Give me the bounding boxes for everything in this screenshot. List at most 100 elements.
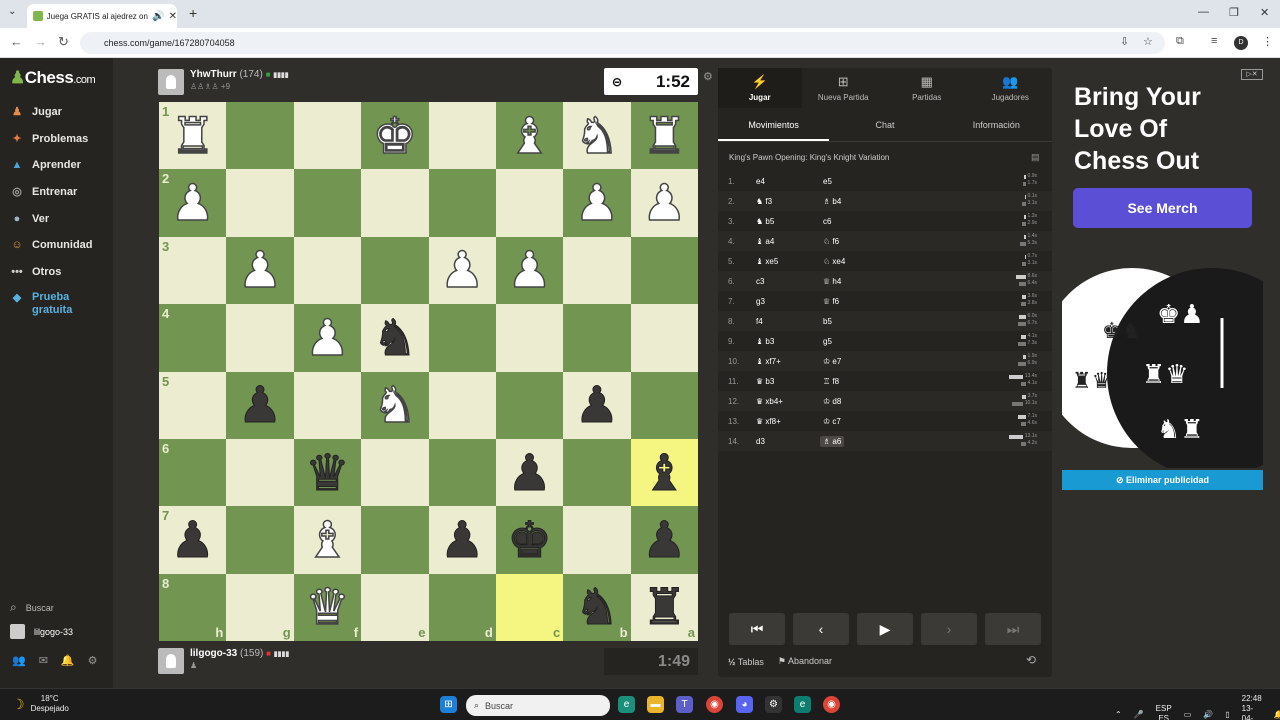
install-icon[interactable]: ⇩ — [1120, 35, 1129, 48]
black-move[interactable]: ♗ b4 — [823, 197, 883, 206]
black-pawn-piece[interactable]: ♟ — [237, 380, 283, 431]
teams-icon[interactable]: T — [676, 696, 693, 713]
volume-icon[interactable]: 🔊 — [1203, 710, 1213, 719]
board-square[interactable]: d — [428, 573, 496, 641]
black-pawn-piece[interactable]: ♟ — [439, 514, 485, 565]
black-move[interactable]: ♔ d8 — [823, 397, 883, 406]
board-square[interactable]: ♟ — [226, 236, 294, 305]
speaker-icon[interactable]: 🔊 — [152, 11, 164, 22]
book-icon[interactable]: ▤ — [1031, 152, 1040, 163]
board-square[interactable]: ♞ — [361, 304, 429, 372]
flip-board-icon[interactable]: ⟲ — [1026, 653, 1036, 667]
board-square[interactable]: ♝ — [293, 506, 362, 574]
board-square[interactable]: a ♜ — [630, 573, 698, 641]
taskbar-search[interactable]: ⌕ Buscar — [466, 695, 610, 716]
board-square[interactable] — [428, 371, 496, 439]
windows-start-icon[interactable]: ⊞ — [440, 696, 457, 713]
white-move[interactable]: ♛ b3 — [756, 377, 823, 386]
next-move-button[interactable]: › — [921, 613, 977, 645]
profile-avatar[interactable]: D — [1234, 36, 1248, 50]
board-square[interactable]: ♜ — [630, 102, 698, 170]
file-explorer-icon[interactable]: ▬ — [647, 696, 664, 713]
black-move[interactable]: c6 — [823, 217, 883, 226]
white-pawn-piece[interactable]: ♟ — [439, 245, 485, 297]
board-square[interactable]: 6 — [159, 438, 227, 507]
white-move[interactable]: ♝ xe5 — [756, 257, 823, 266]
last-move-button[interactable]: ⏭ — [985, 613, 1041, 645]
edge-icon[interactable]: e — [618, 696, 635, 713]
board-square[interactable] — [361, 169, 429, 237]
first-move-button[interactable]: ⏮ — [729, 613, 785, 645]
board-square[interactable]: ♟ — [428, 506, 496, 574]
board-square[interactable]: ♟ — [563, 371, 631, 439]
weather-widget[interactable]: ☽ 18°C Despejado — [12, 694, 69, 714]
edge-dev-icon[interactable]: e — [794, 696, 811, 713]
tab-chat[interactable]: Chat — [829, 114, 940, 141]
tab-jugadores[interactable]: 👥 Jugadores — [969, 68, 1053, 108]
close-window-icon[interactable]: ✕ — [1260, 6, 1269, 19]
sidebar-search[interactable]: ⌕ Buscar — [10, 600, 54, 615]
board-square[interactable] — [293, 102, 362, 170]
avatar[interactable] — [158, 648, 184, 674]
microphone-icon[interactable]: 🎤 — [1134, 710, 1144, 719]
board-square[interactable] — [361, 236, 429, 305]
advertisement[interactable]: Bring Your Love Of Chess Out See Merch ♚… — [1062, 68, 1263, 488]
board-square[interactable]: ♟ — [293, 304, 362, 372]
resign-button[interactable]: ⚑ Abandonar — [778, 656, 832, 667]
board-square[interactable] — [630, 236, 698, 305]
black-move[interactable]: b5 — [823, 317, 883, 326]
board-square[interactable]: ♝ — [630, 438, 698, 507]
chess-board[interactable]: 1 ♜ ♚ ♝ ♞ ♜ 2 ♟ ♟ ♟ 3 ♟ ♟ ♟ 4 ♟ ♞ 5 ♟ ♞ ♟ 6 ♛ ♟ ♝ 7 ♟ ♝ ♟ ♚ ♟ 8 h g f ♛ e d c b… — [159, 102, 698, 641]
previous-move-button[interactable]: ‹ — [793, 613, 849, 645]
tab-movimientos[interactable]: Movimientos — [718, 114, 830, 141]
language-indicator[interactable]: ESP ES — [1156, 704, 1172, 720]
white-move[interactable]: ♝ b3 — [756, 337, 823, 346]
board-square[interactable] — [630, 371, 698, 439]
see-merch-button[interactable]: See Merch — [1073, 188, 1252, 228]
board-square[interactable]: b ♞ — [563, 573, 631, 641]
reload-icon[interactable]: ↻ — [58, 34, 69, 50]
notification-icon[interactable]: 🔔 — [1274, 710, 1280, 719]
white-pawn-piece[interactable]: ♟ — [170, 177, 216, 229]
sidebar-item-jugar[interactable]: ♟ Jugar — [10, 105, 62, 119]
ad-choices-icon[interactable]: ▷✕ — [1241, 69, 1263, 80]
back-icon[interactable]: ← — [10, 34, 23, 49]
white-pawn-piece[interactable]: ♟ — [304, 312, 350, 364]
board-square[interactable] — [226, 169, 294, 237]
board-square[interactable] — [226, 438, 294, 507]
draw-button[interactable]: ½ Tablas — [728, 657, 764, 667]
browser-tab[interactable]: Juega GRATIS al ajedrez online 🔊 ✕ — [27, 4, 177, 28]
sidebar-item-ver[interactable]: ● Ver — [10, 212, 49, 226]
sidebar-item-otros[interactable]: ••• Otros — [10, 265, 61, 279]
white-knight-piece[interactable]: ♞ — [574, 110, 620, 162]
black-queen-piece[interactable]: ♛ — [305, 447, 351, 498]
board-square[interactable] — [361, 506, 429, 574]
sidebar-item-aprender[interactable]: ▲ Aprender — [10, 158, 81, 172]
black-move[interactable]: ♘ f6 — [823, 237, 883, 246]
minimize-icon[interactable]: — — [1198, 6, 1209, 18]
white-king-piece[interactable]: ♚ — [372, 110, 418, 162]
sidebar-item-entrenar[interactable]: ◎ Entrenar — [10, 185, 77, 199]
black-pawn-piece[interactable]: ♟ — [574, 380, 620, 431]
white-pawn-piece[interactable]: ♟ — [237, 245, 283, 297]
media-icon[interactable]: ≡ — [1211, 35, 1217, 47]
white-move[interactable]: e4 — [756, 177, 823, 186]
black-pawn-piece[interactable]: ♟ — [641, 514, 687, 565]
board-square[interactable]: ♟ — [226, 371, 294, 439]
sidebar-user[interactable]: lilgogo-33 — [10, 624, 73, 639]
board-square[interactable]: f ♛ — [293, 573, 362, 641]
white-bishop-piece[interactable]: ♝ — [506, 110, 552, 162]
white-move[interactable]: f4 — [756, 317, 823, 326]
bell-icon[interactable]: 🔔 — [61, 654, 75, 667]
sidebar-item-trial[interactable]: ◆ Prueba gratuita — [10, 291, 82, 317]
black-move[interactable]: ♕ f6 — [823, 297, 883, 306]
board-square[interactable] — [495, 169, 564, 237]
avatar[interactable] — [158, 69, 184, 95]
black-bishop-piece[interactable]: ♝ — [641, 447, 687, 498]
url-field[interactable]: chess.com/game/167280704058 — [80, 32, 1165, 54]
board-square[interactable]: g — [226, 573, 294, 641]
tab-informacion[interactable]: Información — [941, 114, 1052, 141]
chrome-active-icon[interactable]: ◉ — [823, 696, 840, 713]
black-knight-piece[interactable]: ♞ — [574, 582, 620, 633]
board-square[interactable]: ♟ — [428, 236, 496, 305]
